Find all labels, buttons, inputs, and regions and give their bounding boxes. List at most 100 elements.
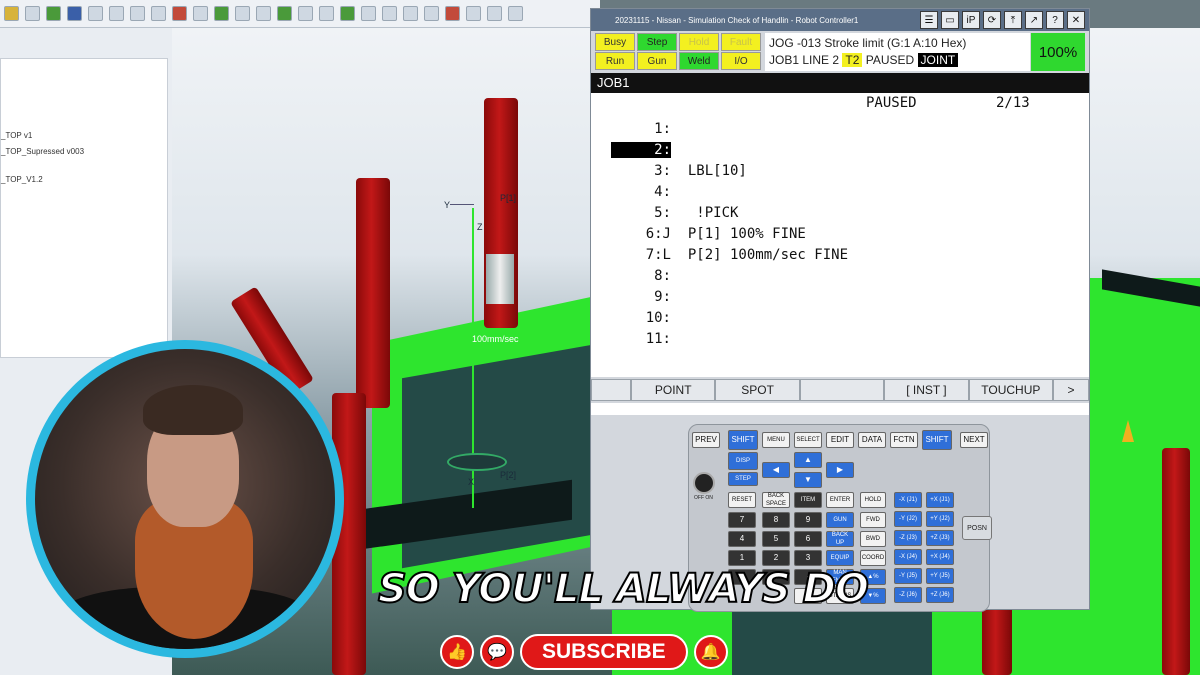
fkey-spot[interactable]: SPOT [715,379,800,401]
key-1[interactable]: 1 [728,550,756,566]
copy-icon[interactable] [319,6,334,21]
fit-icon[interactable] [424,6,439,21]
key-menu[interactable]: MENU [762,432,790,448]
program-line[interactable]: 1: [611,121,671,137]
refresh-icon[interactable]: ⟳ [983,11,1001,29]
measure-icon[interactable] [193,6,208,21]
key-jog-minus-j2[interactable]: -Y (J2) [894,511,922,527]
pan-icon[interactable] [445,6,460,21]
key-reset[interactable]: RESET [728,492,756,508]
run-icon[interactable] [46,6,61,21]
key-3[interactable]: 3 [794,550,822,566]
menu-icon[interactable]: ☰ [920,11,938,29]
arrow-down-icon[interactable]: ▼ [794,472,822,488]
arrow-left-icon[interactable]: ◀ [762,462,790,478]
key-hold[interactable]: HOLD [860,492,886,508]
fkey-point[interactable]: POINT [631,379,716,401]
program-line[interactable]: 11: [611,331,671,347]
bell-icon[interactable]: 🔔 [693,635,728,669]
render-icon[interactable] [487,6,502,21]
window-icon[interactable]: ▭ [941,11,959,29]
key-4[interactable]: 4 [728,531,756,547]
program-line[interactable]: 3: LBL[10] [611,163,747,179]
fkey-touchup[interactable]: TOUCHUP [968,379,1054,401]
key-jog-plus-j1[interactable]: +X (J1) [926,492,954,508]
program-line[interactable]: 7:L P[2] 100mm/sec FINE [611,247,848,263]
comment-icon[interactable]: 💬 [480,635,514,669]
program-line[interactable]: 6:J P[1] 100% FINE [611,226,806,242]
key-shift-left[interactable]: SHIFT [728,430,758,450]
tree-item[interactable]: _TOP_V1.2 [1,175,43,184]
key-jog-plus-j2[interactable]: +Y (J2) [926,511,954,527]
key-shift-right[interactable]: SHIFT [922,430,952,450]
pause-icon[interactable] [109,6,124,21]
key-jog-plus-j3[interactable]: +Z (J3) [926,530,954,546]
key-gun[interactable]: GUN [826,512,854,528]
arrow-right-icon[interactable]: ▶ [826,462,854,478]
stop-icon[interactable] [130,6,145,21]
move-icon[interactable] [340,6,355,21]
key-select[interactable]: SELECT [794,432,822,448]
key-fwd[interactable]: FWD [860,512,886,528]
key-6[interactable]: 6 [794,531,822,547]
key-9[interactable]: 9 [794,512,822,528]
key-7[interactable]: 7 [728,512,756,528]
key-jog-minus-j4[interactable]: -X (J4) [894,549,922,565]
select-icon[interactable] [298,6,313,21]
arrow-up-icon[interactable]: ▲ [794,452,822,468]
key-5[interactable]: 5 [762,531,790,547]
view-icon[interactable] [466,6,481,21]
target-icon[interactable] [235,6,250,21]
key-equip[interactable]: EQUIP [826,550,854,566]
key-backspace[interactable]: BACK SPACE [762,492,790,508]
eject-icon[interactable] [151,6,166,21]
enable-switch-icon[interactable] [693,472,715,494]
key-8[interactable]: 8 [762,512,790,528]
program-editor[interactable]: PAUSED 2/13 1: 2: 3: LBL[10] 4: 5: !PICK 6:J … [591,93,1089,377]
like-icon[interactable]: 👍 [440,635,474,669]
fkey-next[interactable]: > [1053,379,1090,401]
pin-icon[interactable]: ⤒ [1004,11,1022,29]
key-jog-minus-j1[interactable]: -X (J1) [894,492,922,508]
folder-icon[interactable] [4,6,19,21]
key-disp[interactable]: DISP [728,452,758,470]
play-icon[interactable] [88,6,103,21]
key-next[interactable]: NEXT [960,432,988,448]
key-bwd[interactable]: BWD [860,531,886,547]
key-jog-minus-j5[interactable]: -Y (J5) [894,568,922,584]
key-2[interactable]: 2 [762,550,790,566]
zoom-in-icon[interactable] [382,6,397,21]
zoom-out-icon[interactable] [403,6,418,21]
chart-icon[interactable] [214,6,229,21]
program-line[interactable]: 2: [611,142,671,158]
program-line[interactable]: 9: [611,289,671,305]
frame-icon[interactable] [256,6,271,21]
program-line[interactable]: 4: [611,184,671,200]
key-jog-minus-j3[interactable]: -Z (J3) [894,530,922,546]
help-icon[interactable]: ? [1046,11,1064,29]
key-prev[interactable]: PREV [692,432,720,448]
fkey-inst[interactable]: [ INST ] [884,379,969,401]
key-jog-plus-j4[interactable]: +X (J4) [926,549,954,565]
ipendant-icon[interactable]: iP [962,11,980,29]
program-line[interactable]: 10: [611,310,671,326]
key-step[interactable]: STEP [728,472,758,486]
key-enter[interactable]: ENTER [826,492,854,508]
tree-item[interactable]: _TOP v1 [1,131,32,140]
key-coord[interactable]: COORD [860,550,886,566]
key-jog-plus-j5[interactable]: +Y (J5) [926,568,954,584]
fkey-blank[interactable] [799,379,885,401]
rotate-icon[interactable] [361,6,376,21]
save-icon[interactable] [25,6,40,21]
program-line[interactable]: 8: [611,268,671,284]
close-icon[interactable]: ✕ [1067,11,1085,29]
tree-item[interactable]: _TOP_Supressed v003 [1,147,84,156]
camera-icon[interactable] [508,6,523,21]
program-line[interactable]: 5: !PICK [611,205,738,221]
key-posn[interactable]: POSN [962,516,992,540]
key-backup[interactable]: BACK UP [826,531,854,547]
key-edit[interactable]: EDIT [826,432,854,448]
key-jog-plus-j6[interactable]: +Z (J6) [926,587,954,603]
globe-icon[interactable] [67,6,82,21]
key-fctn[interactable]: FCTN [890,432,918,448]
